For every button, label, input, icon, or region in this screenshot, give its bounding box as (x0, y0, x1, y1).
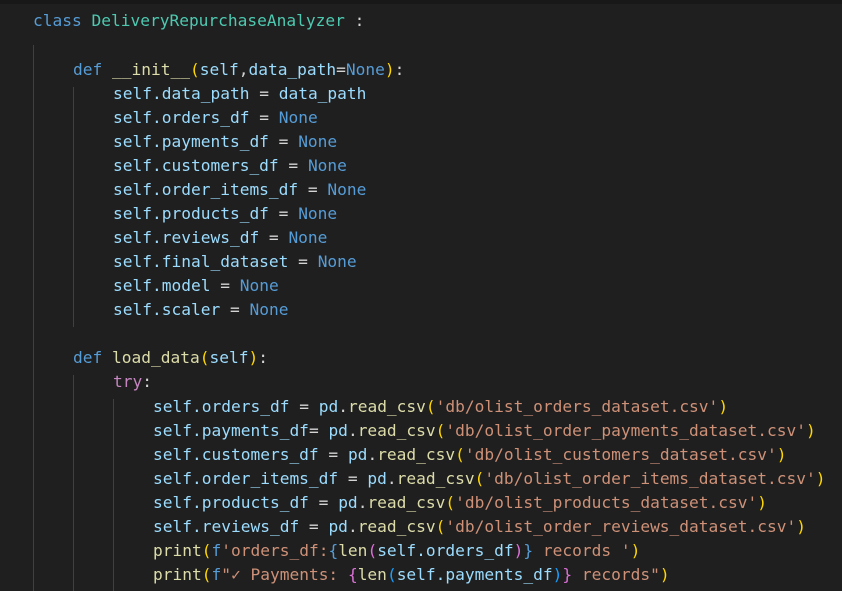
code-line-init-orders[interactable]: self.orders_df = None (113, 106, 318, 130)
code-editor[interactable]: class DeliveryRepurchaseAnalyzer : def _… (0, 0, 842, 591)
code-line-init-customers[interactable]: self.customers_df = None (113, 154, 347, 178)
code-line-init-final-dataset[interactable]: self.final_dataset = None (113, 250, 357, 274)
code-line-init-model[interactable]: self.model = None (113, 274, 279, 298)
code-line-class[interactable]: class DeliveryRepurchaseAnalyzer : (33, 9, 364, 33)
code-line-init-data-path[interactable]: self.data_path = data_path (113, 82, 366, 106)
indent-guide (73, 87, 74, 327)
code-line-init-order-items[interactable]: self.order_items_df = None (113, 178, 366, 202)
indent-guide (73, 375, 74, 591)
code-line-read-payments[interactable]: self.payments_df= pd.read_csv('db/olist_… (153, 419, 816, 443)
indent-guide (33, 45, 34, 591)
init-name: __init__ (112, 60, 190, 79)
code-line-init-payments[interactable]: self.payments_df = None (113, 130, 337, 154)
code-line-read-orders[interactable]: self.orders_df = pd.read_csv('db/olist_o… (153, 395, 728, 419)
code-line-read-reviews[interactable]: self.reviews_df = pd.read_csv('db/olist_… (153, 515, 806, 539)
code-line-init-reviews[interactable]: self.reviews_df = None (113, 226, 327, 250)
class-keyword: class (33, 11, 82, 30)
editor-top-border (0, 0, 842, 4)
code-line-try[interactable]: try: (113, 370, 152, 394)
code-line-init-products[interactable]: self.products_df = None (113, 202, 337, 226)
code-line-read-order-items[interactable]: self.order_items_df = pd.read_csv('db/ol… (153, 467, 826, 491)
code-line-read-products[interactable]: self.products_df = pd.read_csv('db/olist… (153, 491, 767, 515)
try-keyword: try (113, 372, 143, 391)
code-line-read-customers[interactable]: self.customers_df = pd.read_csv('db/olis… (153, 443, 787, 467)
code-line-def-init[interactable]: def __init__(self,data_path=None): (73, 58, 404, 82)
def-keyword: def (73, 60, 103, 79)
class-name: DeliveryRepurchaseAnalyzer (91, 11, 345, 30)
indent-guide (113, 399, 114, 591)
code-line-init-scaler[interactable]: self.scaler = None (113, 298, 288, 322)
class-colon: : (344, 11, 365, 30)
load-data-name: load_data (112, 348, 200, 367)
code-line-print-payments[interactable]: print(f"✓ Payments: {len(self.payments_d… (153, 563, 670, 587)
code-line-print-orders[interactable]: print(f'orders_df:{len(self.orders_df)} … (153, 539, 640, 563)
code-line-def-load-data[interactable]: def load_data(self): (73, 346, 268, 370)
data-path-param: data_path (248, 60, 337, 79)
